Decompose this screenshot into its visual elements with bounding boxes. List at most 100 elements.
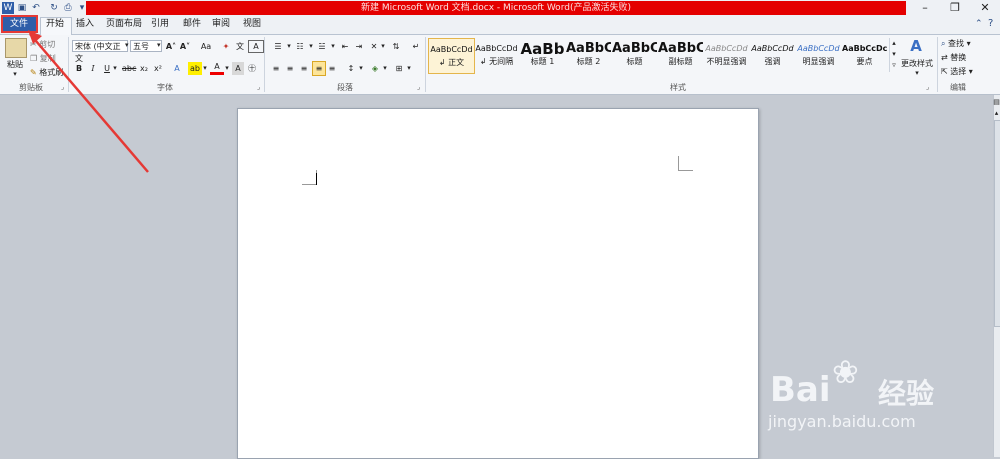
justify-icon[interactable]: ≡ — [312, 61, 326, 76]
style-name: ↲ 正文 — [438, 58, 465, 67]
tab-mailings[interactable]: 邮件 — [183, 17, 201, 32]
multilevel-list-icon[interactable]: ☱ — [314, 40, 330, 53]
style-title[interactable]: AaBbC 标题 — [612, 38, 657, 72]
style-sample: AaBbCcDd — [705, 44, 748, 53]
arrow-head — [28, 30, 42, 44]
enclose-char-icon[interactable]: ㊉ — [246, 62, 258, 75]
watermark-suffix: 经验 — [878, 377, 935, 410]
editing-group-label: 编辑 — [950, 83, 966, 92]
decrease-indent-icon[interactable]: ⇤ — [338, 40, 352, 53]
style-emphasis[interactable]: AaBbCcDd 强调 — [750, 38, 795, 72]
text-effects-button[interactable]: A — [170, 62, 184, 75]
gallery-up-icon[interactable]: ▴ — [890, 38, 898, 49]
restore-icon[interactable]: ❐ — [940, 0, 970, 16]
ruler-toggle-icon[interactable]: ▤ — [993, 97, 1000, 107]
minimize-icon[interactable]: – — [910, 0, 940, 16]
style-sample: AaBbCcDd — [797, 44, 840, 53]
style-sample: AaBbCcDd — [475, 44, 518, 53]
style-sample: AaBbC — [566, 41, 611, 56]
find-icon: ⌕ — [941, 39, 946, 48]
char-border-button[interactable]: A — [248, 40, 264, 53]
find-button[interactable]: ⌕ 查找 ▾ — [941, 37, 983, 50]
styles-gallery-scroll[interactable]: ▴ ▾ ▿ — [889, 38, 898, 72]
style-name: 不明显强调 — [706, 57, 747, 66]
replace-label: 替换 — [950, 53, 967, 62]
close-icon[interactable]: ✕ — [970, 0, 1000, 16]
style-subtitle[interactable]: AaBbC 副标题 — [658, 38, 703, 72]
font-color-button[interactable]: A — [210, 62, 224, 75]
text-cursor — [316, 173, 317, 185]
shading-icon[interactable]: ◈ — [368, 62, 382, 75]
char-shading-button[interactable]: A — [232, 62, 244, 75]
align-left-icon[interactable]: ≡ — [270, 62, 282, 75]
paragraph-launcher-icon[interactable]: ⌟ — [417, 83, 420, 91]
increase-indent-icon[interactable]: ⇥ — [352, 40, 366, 53]
shading-dropdown-icon[interactable]: ▾ — [382, 62, 388, 75]
chinese-layout-icon[interactable]: ✕ — [368, 40, 380, 53]
numbering-icon[interactable]: ☷ — [292, 40, 308, 53]
select-icon: ⇱ — [941, 67, 948, 76]
annotation-arrow — [28, 30, 149, 173]
chinese-layout-dropdown-icon[interactable]: ▾ — [380, 40, 386, 53]
change-styles-dropdown-icon[interactable]: ▾ — [898, 67, 936, 80]
multilevel-dropdown-icon[interactable]: ▾ — [330, 40, 336, 53]
style-subtle-emphasis[interactable]: AaBbCcDd 不明显强调 — [704, 38, 749, 72]
style-sample: AaBbCcDc — [842, 44, 887, 53]
style-name: 副标题 — [668, 57, 693, 66]
style-heading-2[interactable]: AaBbC 标题 2 — [566, 38, 611, 72]
style-sample: AaBbC — [612, 41, 657, 56]
style-name-text: 正文 — [448, 58, 465, 67]
styles-group-label: 样式 — [670, 83, 686, 92]
bullets-icon[interactable]: ☰ — [270, 40, 286, 53]
tab-view[interactable]: 视图 — [243, 17, 261, 32]
replace-button[interactable]: ⇄ 替换 — [941, 51, 983, 64]
phonetic-guide-icon[interactable]: 文 — [234, 40, 246, 53]
highlight-dropdown-icon[interactable]: ▾ — [202, 62, 208, 75]
help-icon[interactable]: ? — [988, 18, 993, 29]
clear-formatting-icon[interactable]: ✦ — [220, 40, 232, 53]
paragraph-group-label: 段落 — [337, 83, 353, 92]
style-heading-1[interactable]: AaBb 标题 1 — [520, 38, 565, 72]
align-center-icon[interactable]: ≡ — [284, 62, 296, 75]
show-marks-icon[interactable]: ↵ — [410, 40, 422, 53]
gallery-more-icon[interactable]: ▿ — [890, 60, 898, 71]
style-strong[interactable]: AaBbCcDc 要点 — [842, 38, 887, 72]
scroll-up-icon[interactable]: ▴ — [993, 108, 1000, 118]
style-name: ↲ 无间隔 — [479, 57, 514, 66]
minimize-ribbon-icon[interactable]: ⌃ — [975, 19, 983, 29]
line-spacing-dropdown-icon[interactable]: ▾ — [358, 62, 364, 75]
borders-icon[interactable]: ⊞ — [392, 62, 406, 75]
style-intense-emphasis[interactable]: AaBbCcDd 明显强调 — [796, 38, 841, 72]
line-spacing-icon[interactable]: ↕ — [344, 62, 358, 75]
style-normal[interactable]: AaBbCcDd ↲ 正文 — [428, 38, 475, 74]
change-case-button[interactable]: Aa — [197, 40, 215, 53]
arrow-shaft — [29, 33, 149, 173]
tab-review[interactable]: 审阅 — [212, 17, 230, 32]
shrink-font-button[interactable]: A˅ — [179, 40, 191, 53]
styles-launcher-icon[interactable]: ⌟ — [926, 83, 929, 91]
watermark-brand: Bai — [770, 370, 831, 410]
font-launcher-icon[interactable]: ⌟ — [257, 83, 260, 91]
distributed-icon[interactable]: ≡ — [326, 62, 338, 75]
style-no-spacing[interactable]: AaBbCcDd ↲ 无间隔 — [474, 38, 519, 72]
highlight-button[interactable]: ab — [188, 62, 202, 75]
group-separator — [425, 37, 426, 92]
grow-font-button[interactable]: A˄ — [165, 40, 177, 53]
margin-corner-top-left — [302, 170, 317, 185]
style-name: 标题 2 — [576, 57, 601, 66]
gallery-down-icon[interactable]: ▾ — [890, 49, 898, 60]
style-name: 明显强调 — [802, 57, 835, 66]
font-color-dropdown-icon[interactable]: ▾ — [224, 62, 230, 75]
select-button[interactable]: ⇱ 选择 ▾ — [941, 65, 983, 78]
align-right-icon[interactable]: ≡ — [298, 62, 310, 75]
style-name-text: 无间隔 — [489, 57, 514, 66]
watermark-url: jingyan.baidu.com — [768, 412, 916, 431]
scrollbar-thumb[interactable] — [994, 120, 1000, 327]
margin-corner-top-right — [678, 156, 693, 171]
sort-icon[interactable]: ⇅ — [390, 40, 402, 53]
select-label: 选择 — [950, 67, 967, 76]
style-name: 要点 — [856, 57, 873, 66]
change-styles-icon[interactable]: A — [905, 37, 927, 55]
group-separator — [264, 37, 265, 92]
borders-dropdown-icon[interactable]: ▾ — [406, 62, 412, 75]
